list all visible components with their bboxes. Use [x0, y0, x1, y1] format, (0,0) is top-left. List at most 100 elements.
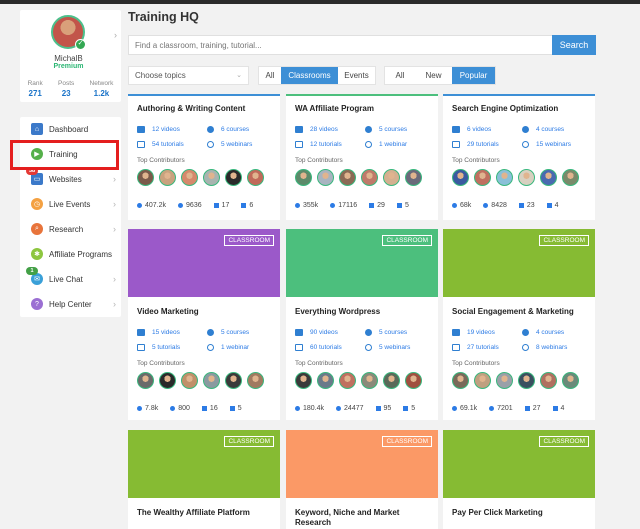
- contributor-avatar[interactable]: [203, 169, 220, 186]
- contributor-avatar[interactable]: [452, 372, 469, 389]
- classroom-title[interactable]: Search Engine Optimization: [452, 104, 590, 114]
- stat-posts[interactable]: Posts 23: [58, 80, 74, 98]
- classroom-title[interactable]: WA Affiliate Program: [295, 104, 433, 114]
- contributor-avatar[interactable]: [137, 169, 154, 186]
- contributor-avatar[interactable]: [317, 169, 334, 186]
- classroom-title[interactable]: The Wealthy Affiliate Platform: [137, 508, 275, 518]
- contributor-avatar[interactable]: [518, 169, 535, 186]
- classroom-videos-link[interactable]: 19 videos: [452, 329, 495, 336]
- classroom-banner[interactable]: CLASSROOM: [286, 430, 438, 498]
- stat-rank[interactable]: Rank 271: [28, 80, 43, 98]
- sidebar-item-research[interactable]: ⌕ Research ›: [20, 217, 121, 241]
- classroom-card[interactable]: CLASSROOM Video Marketing 15 videos 5 cours…: [128, 229, 280, 420]
- classroom-title[interactable]: Authoring & Writing Content: [137, 104, 275, 114]
- sort-filter-all[interactable]: All: [385, 67, 415, 84]
- contributor-avatar[interactable]: [247, 169, 264, 186]
- contributor-avatar[interactable]: [562, 372, 579, 389]
- classroom-courses-link[interactable]: 5 courses: [207, 329, 249, 336]
- type-filter-classrooms[interactable]: Classrooms: [281, 67, 338, 84]
- contributor-avatar[interactable]: [540, 372, 557, 389]
- classroom-videos-link[interactable]: 12 videos: [137, 126, 180, 133]
- classroom-webinars-link[interactable]: 8 webinars: [522, 344, 567, 351]
- search-button[interactable]: Search: [552, 35, 596, 55]
- classroom-card[interactable]: CLASSROOM Pay Per Click Marketing: [443, 430, 595, 529]
- sidebar-item-live-events[interactable]: ◷ Live Events ›: [20, 192, 121, 216]
- contributor-avatar[interactable]: [405, 372, 422, 389]
- profile-card[interactable]: ✓ › MichalB Premium Rank 271 Posts 23 Netw…: [20, 10, 121, 102]
- classroom-courses-link[interactable]: 6 courses: [207, 126, 249, 133]
- contributor-avatar[interactable]: [317, 372, 334, 389]
- stat-network[interactable]: Network 1.2k: [90, 80, 114, 98]
- classroom-tutorials-link[interactable]: 29 tutorials: [452, 141, 499, 148]
- sidebar-item-help-center[interactable]: ? Help Center ›: [20, 292, 121, 316]
- classroom-title[interactable]: Video Marketing: [137, 307, 275, 317]
- classroom-title[interactable]: Keyword, Niche and Market Research: [295, 508, 433, 528]
- contributor-avatar[interactable]: [181, 372, 198, 389]
- classroom-card[interactable]: Search Engine Optimization 6 videos 4 cour…: [443, 94, 595, 220]
- contributor-avatar[interactable]: [247, 372, 264, 389]
- classroom-title[interactable]: Pay Per Click Marketing: [452, 508, 590, 518]
- contributor-avatar[interactable]: [225, 372, 242, 389]
- classroom-card[interactable]: WA Affiliate Program 28 videos 5 courses 12…: [286, 94, 438, 220]
- classroom-title[interactable]: Everything Wordpress: [295, 307, 433, 317]
- sort-filter-popular[interactable]: Popular: [452, 67, 495, 84]
- contributor-avatar[interactable]: [339, 372, 356, 389]
- classroom-card[interactable]: CLASSROOM Social Engagement & Marketing 19…: [443, 229, 595, 420]
- search-input[interactable]: [128, 35, 552, 55]
- contributor-avatar[interactable]: [181, 169, 198, 186]
- classroom-banner[interactable]: CLASSROOM: [443, 229, 595, 297]
- contributor-avatar[interactable]: [405, 169, 422, 186]
- contributor-avatar[interactable]: [496, 372, 513, 389]
- classroom-title[interactable]: Social Engagement & Marketing: [452, 307, 590, 317]
- contributor-avatar[interactable]: [562, 169, 579, 186]
- avatar[interactable]: ✓: [51, 15, 86, 50]
- contributor-avatar[interactable]: [225, 169, 242, 186]
- sidebar-item-websites[interactable]: ▭ 38 Websites ›: [20, 167, 121, 191]
- classroom-courses-link[interactable]: 5 courses: [365, 329, 407, 336]
- classroom-videos-link[interactable]: 90 videos: [295, 329, 338, 336]
- type-filter-all[interactable]: All: [259, 67, 281, 84]
- contributor-avatar[interactable]: [361, 169, 378, 186]
- contributor-avatar[interactable]: [159, 372, 176, 389]
- classroom-tutorials-link[interactable]: 54 tutorials: [137, 141, 184, 148]
- contributor-avatar[interactable]: [203, 372, 220, 389]
- type-filter-events[interactable]: Events: [338, 67, 375, 84]
- classroom-card[interactable]: CLASSROOM The Wealthy Affiliate Platform: [128, 430, 280, 529]
- contributor-avatar[interactable]: [383, 372, 400, 389]
- classroom-courses-link[interactable]: 4 courses: [522, 329, 564, 336]
- contributor-avatar[interactable]: [518, 372, 535, 389]
- contributor-avatar[interactable]: [361, 372, 378, 389]
- classroom-courses-link[interactable]: 4 courses: [522, 126, 564, 133]
- classroom-banner[interactable]: CLASSROOM: [128, 229, 280, 297]
- username[interactable]: MichalB: [20, 54, 117, 63]
- classroom-tutorials-link[interactable]: 5 tutorials: [137, 344, 180, 351]
- classroom-courses-link[interactable]: 5 courses: [365, 126, 407, 133]
- classroom-card[interactable]: Authoring & Writing Content 12 videos 6 co…: [128, 94, 280, 220]
- contributor-avatar[interactable]: [159, 169, 176, 186]
- contributor-avatar[interactable]: [474, 169, 491, 186]
- classroom-webinars-link[interactable]: 5 webinars: [207, 141, 252, 148]
- classroom-card[interactable]: CLASSROOM Everything Wordpress 90 videos 5 …: [286, 229, 438, 420]
- contributor-avatar[interactable]: [383, 169, 400, 186]
- classroom-videos-link[interactable]: 6 videos: [452, 126, 491, 133]
- contributor-avatar[interactable]: [452, 169, 469, 186]
- contributor-avatar[interactable]: [137, 372, 154, 389]
- chevron-right-icon[interactable]: ›: [114, 30, 117, 40]
- sidebar-item-live-chat[interactable]: ✉ 1 Live Chat ›: [20, 267, 121, 291]
- classroom-card[interactable]: CLASSROOM Keyword, Niche and Market Resea…: [286, 430, 438, 529]
- classroom-banner[interactable]: CLASSROOM: [286, 229, 438, 297]
- sidebar-item-affiliate-programs[interactable]: ✱ Affiliate Programs: [20, 242, 121, 266]
- contributor-avatar[interactable]: [496, 169, 513, 186]
- classroom-tutorials-link[interactable]: 60 tutorials: [295, 344, 342, 351]
- contributor-avatar[interactable]: [295, 372, 312, 389]
- classroom-banner[interactable]: CLASSROOM: [443, 430, 595, 498]
- classroom-webinars-link[interactable]: 15 webinars: [522, 141, 571, 148]
- classroom-tutorials-link[interactable]: 27 tutorials: [452, 344, 499, 351]
- classroom-webinars-link[interactable]: 1 webinar: [207, 344, 249, 351]
- sidebar-item-dashboard[interactable]: ⌂ Dashboard: [20, 117, 121, 141]
- sort-filter-new[interactable]: New: [415, 67, 452, 84]
- contributor-avatar[interactable]: [540, 169, 557, 186]
- classroom-webinars-link[interactable]: 1 webinar: [365, 141, 407, 148]
- contributor-avatar[interactable]: [295, 169, 312, 186]
- topic-select[interactable]: Choose topics ⌄: [128, 66, 249, 85]
